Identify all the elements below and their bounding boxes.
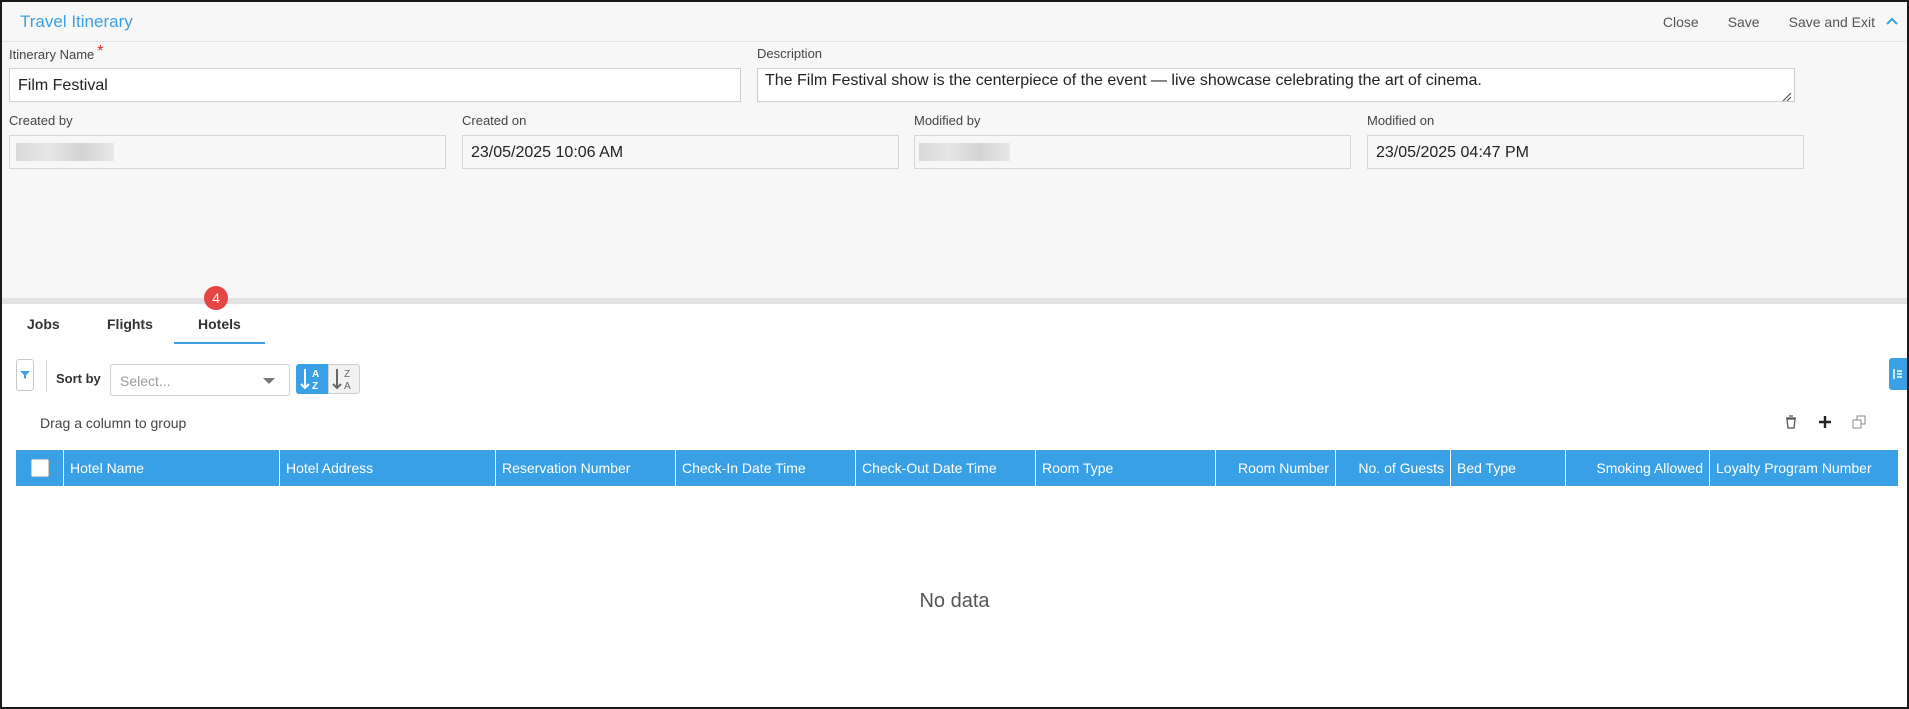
tab-hotels[interactable]: Hotels	[198, 316, 241, 332]
sort-descending-button[interactable]: Z A	[328, 364, 360, 394]
tab-strip: Jobs Flights Hotels	[2, 304, 1907, 346]
created-on-field: 23/05/2025 10:06 AM	[462, 135, 899, 169]
active-tab-indicator	[174, 342, 265, 344]
column-chooser-button[interactable]	[1889, 358, 1907, 390]
save-button[interactable]: Save	[1728, 14, 1760, 30]
column-header[interactable]: Check-In Date Time	[676, 450, 856, 486]
sort-descending-icon: Z A	[332, 369, 351, 392]
grid-actions	[1783, 414, 1867, 430]
column-header[interactable]: Hotel Name	[64, 450, 280, 486]
column-header[interactable]: No. of Guests	[1336, 450, 1451, 486]
tab-flights[interactable]: Flights	[107, 316, 153, 332]
svg-text:A: A	[312, 369, 319, 380]
description-textarea[interactable]: The Film Festival show is the centerpiec…	[757, 68, 1795, 102]
column-header[interactable]: Room Type	[1036, 450, 1216, 486]
sort-by-select[interactable]: Select...	[110, 364, 290, 396]
save-and-exit-button[interactable]: Save and Exit	[1789, 14, 1875, 30]
sort-ascending-button[interactable]: A Z	[296, 364, 328, 394]
empty-state-text: No data	[919, 590, 990, 612]
created-by-field	[9, 135, 446, 169]
hotels-table-header: Hotel Name Hotel Address Reservation Num…	[16, 450, 1898, 486]
description-text: The Film Festival show is the centerpiec…	[765, 72, 1482, 89]
redacted-user	[16, 143, 114, 161]
column-settings-icon	[1893, 369, 1902, 379]
sort-select-placeholder: Select...	[120, 373, 171, 389]
svg-text:Z: Z	[312, 381, 318, 392]
travel-itinerary-window: Travel Itinerary Close Save Save and Exi…	[0, 0, 1909, 709]
itinerary-name-input[interactable]: Film Festival	[9, 68, 741, 102]
modified-by-label: Modified by	[914, 113, 981, 128]
filter-icon	[20, 367, 30, 383]
tab-jobs[interactable]: Jobs	[27, 316, 60, 332]
toolbar-divider	[46, 360, 47, 392]
copy-icon[interactable]	[1851, 414, 1867, 430]
column-header[interactable]: Hotel Address	[280, 450, 496, 486]
required-marker: *	[97, 43, 104, 60]
modified-on-field: 23/05/2025 04:47 PM	[1367, 135, 1804, 169]
created-by-label: Created by	[9, 113, 73, 128]
column-header[interactable]: Smoking Allowed	[1566, 450, 1710, 486]
page-title: Travel Itinerary	[20, 12, 133, 31]
chevron-down-icon	[263, 378, 275, 384]
sort-by-label: Sort by	[56, 371, 101, 386]
description-label: Description	[757, 46, 823, 61]
column-header[interactable]: Reservation Number	[496, 450, 676, 486]
select-all-checkbox[interactable]	[30, 459, 49, 477]
plus-icon[interactable]	[1817, 414, 1833, 430]
close-button[interactable]: Close	[1663, 14, 1699, 30]
column-header[interactable]: Loyalty Program Number	[1710, 450, 1898, 486]
hotels-count-badge: 4	[204, 286, 228, 310]
column-header[interactable]: Check-Out Date Time	[856, 450, 1036, 486]
modified-by-field	[914, 135, 1351, 169]
filter-button[interactable]	[16, 359, 34, 391]
column-header[interactable]: Room Number	[1216, 450, 1336, 486]
resize-grip-icon[interactable]	[1782, 89, 1792, 101]
created-on-label: Created on	[462, 113, 527, 128]
chevron-up-icon[interactable]	[1885, 15, 1899, 29]
svg-text:Z: Z	[344, 369, 350, 380]
group-panel-hint: Drag a column to group	[40, 415, 187, 431]
select-all-cell	[16, 450, 64, 486]
svg-text:A: A	[344, 381, 351, 392]
header-bar: Travel Itinerary Close Save Save and Exi…	[2, 2, 1907, 42]
trash-icon[interactable]	[1783, 414, 1799, 430]
modified-on-label: Modified on	[1367, 113, 1435, 128]
itinerary-name-label: Itinerary Name *	[9, 43, 104, 62]
header-actions: Close Save Save and Exit	[1634, 14, 1899, 30]
itinerary-form: Itinerary Name * Film Festival Descriptio…	[2, 42, 1907, 298]
column-header[interactable]: Bed Type	[1451, 450, 1566, 486]
sort-ascending-icon: A Z	[300, 369, 319, 392]
redacted-user	[919, 143, 1010, 161]
